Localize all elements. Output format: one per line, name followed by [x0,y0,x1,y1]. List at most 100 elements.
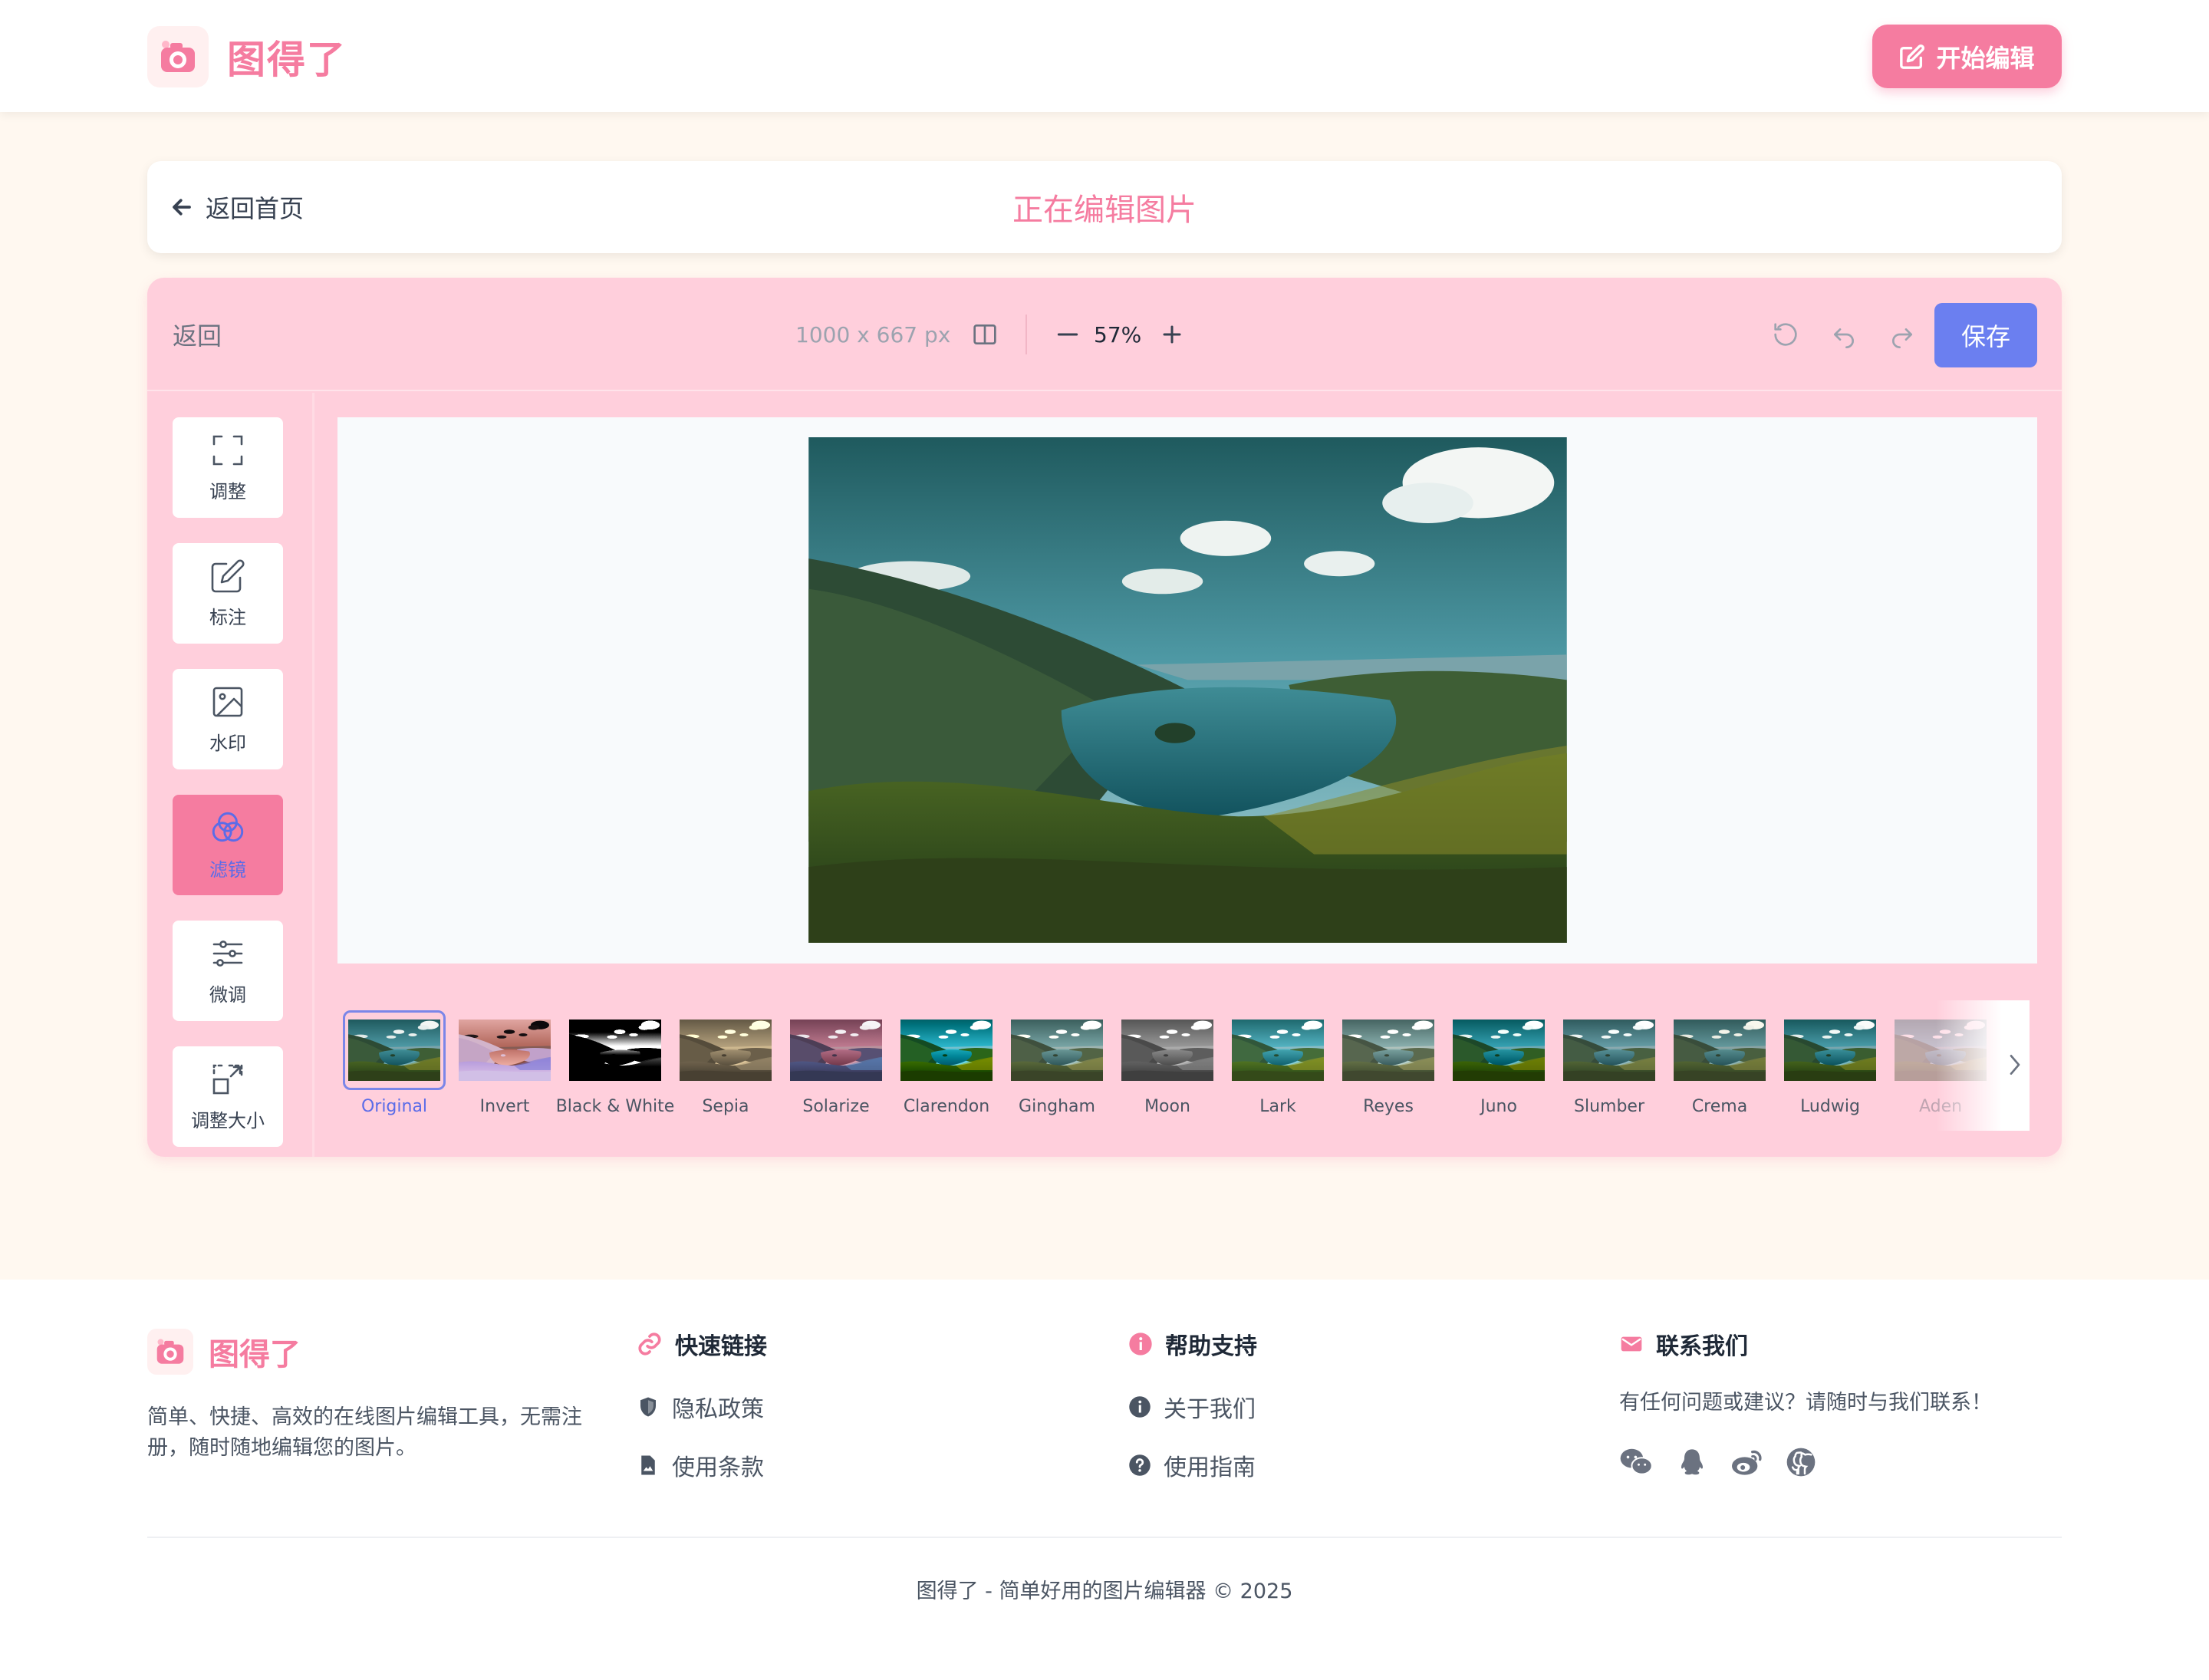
filter-thumbnail [1121,1016,1213,1085]
filter-strip: Original Invert Black & White Sepia Sola… [341,999,2030,1134]
filter-label: Solarize [802,1097,870,1116]
help-title: 帮助支持 [1128,1327,1257,1361]
start-edit-label: 开始编辑 [1936,44,2035,72]
about-link[interactable]: 关于我们 [1128,1390,1256,1424]
tool-adjust[interactable]: 调整 [173,417,283,518]
github-icon[interactable] [1786,1447,1816,1481]
footer-app-name: 图得了 [209,1337,301,1372]
filter-moon[interactable]: Moon [1114,999,1221,1134]
filter-thumbnail [1563,1016,1655,1085]
filter-thumbnail [1784,1016,1876,1085]
compare-icon[interactable] [970,319,1000,353]
redo-icon[interactable] [1887,319,1918,353]
weibo-icon[interactable] [1730,1447,1764,1481]
tool-sidebar: 调整 标注 水印 滤镜 微调 调整大小 [147,393,314,1157]
image-size: 1000 x 667 px [795,321,951,348]
zoom-in-icon[interactable] [1157,319,1187,353]
quick-links-title: 快速链接 [637,1327,767,1361]
question-circle-icon [1129,1454,1151,1476]
filter-thumbnail [1232,1016,1324,1085]
contact-title: 联系我们 [1619,1327,1748,1361]
tool-watermark[interactable]: 水印 [173,669,283,769]
tool-label: 调整大小 [191,1110,265,1132]
editing-title-bar: 返回首页 正在编辑图片 [147,161,2062,253]
tool-label: 滤镜 [209,859,246,881]
envelope-icon [1621,1336,1642,1352]
shield-icon [640,1397,656,1417]
tool-label: 标注 [209,607,246,628]
page-title: 正在编辑图片 [1012,193,1197,228]
camera-logo-icon [147,1329,193,1375]
filter-solarize[interactable]: Solarize [782,999,890,1134]
info-circle-icon [1129,1396,1151,1418]
filter-thumbnail [569,1016,661,1085]
footer-divider [147,1537,2062,1538]
terms-link[interactable]: 使用条款 [637,1448,764,1482]
filter-label: Sepia [702,1097,749,1116]
filter-lark[interactable]: Lark [1224,999,1332,1134]
tool-label: 调整 [209,481,246,502]
filter-thumbnail [343,1010,446,1090]
brand[interactable]: 图得了 [147,26,347,87]
app-name: 图得了 [227,38,347,82]
filter-label: Slumber [1574,1097,1644,1116]
filter-label: Black & White [555,1097,675,1116]
sliders-icon [212,940,243,967]
info-circle-icon [1129,1332,1152,1356]
undo-icon[interactable] [1829,319,1859,353]
resize-icon [212,1064,243,1095]
footer: 图得了 简单、快捷、高效的在线图片编辑工具，无需注册，随时随地编辑您的图片。 快… [0,1280,2209,1680]
tool-finetune[interactable]: 微调 [173,921,283,1021]
edited-photo [808,437,1567,943]
filter-thumbnail [1342,1016,1434,1085]
filter-reyes[interactable]: Reyes [1335,999,1442,1134]
footer-brand[interactable]: 图得了 [147,1329,301,1375]
filter-thumbnail [900,1016,993,1085]
privacy-link[interactable]: 隐私政策 [637,1390,764,1424]
filter-thumbnail [459,1016,551,1085]
filter-thumbnail [680,1016,772,1085]
zoom-level: 57% [1094,321,1142,348]
tool-resize[interactable]: 调整大小 [173,1046,283,1147]
filter-label: Original [360,1097,428,1116]
filter-gingham[interactable]: Gingham [1003,999,1111,1134]
filter-label: Crema [1691,1097,1748,1116]
filter-ludwig[interactable]: Ludwig [1776,999,1884,1134]
filter-original[interactable]: Original [341,999,448,1134]
filter-slumber[interactable]: Slumber [1556,999,1663,1134]
filter-clarendon[interactable]: Clarendon [893,999,1000,1134]
filter-thumbnail [790,1016,882,1085]
arrow-left-icon [173,199,191,216]
wechat-icon[interactable] [1619,1447,1654,1481]
back-home-link[interactable]: 返回首页 [170,161,304,253]
filter-label: Ludwig [1800,1097,1860,1116]
filter-crema[interactable]: Crema [1666,999,1773,1134]
contact-text: 有任何问题或建议？请随时与我们联系！ [1619,1391,1992,1415]
camera-logo-icon [147,26,209,87]
filter-label: Juno [1480,1097,1517,1116]
filter-juno[interactable]: Juno [1445,999,1552,1134]
copyright: 图得了 - 简单好用的图片编辑器 © 2025 [916,1580,1293,1603]
filter-label: Invert [479,1097,530,1116]
top-header: 图得了 开始编辑 [0,0,2209,112]
filter-label: Lark [1259,1097,1296,1116]
tool-filter[interactable]: 滤镜 [173,795,283,895]
reset-icon[interactable] [1770,319,1801,353]
image-icon [212,687,243,717]
pen-edit-icon [211,559,245,593]
image-canvas[interactable] [337,417,2037,964]
edit-icon [1900,44,1925,69]
filter-black-white[interactable]: Black & White [556,999,674,1134]
editor-back-button[interactable]: 返回 [173,278,222,391]
filter-invert[interactable]: Invert [451,999,558,1134]
start-edit-button[interactable]: 开始编辑 [1872,25,2062,88]
guide-link[interactable]: 使用指南 [1128,1448,1256,1482]
image-editor: 返回 1000 x 667 px 57% 保存 调整 标注 水印 滤镜 微调 调… [147,278,2062,1157]
crop-frame-icon [212,435,243,466]
filter-sepia[interactable]: Sepia [672,999,779,1134]
tool-annotate[interactable]: 标注 [173,543,283,644]
save-button[interactable]: 保存 [1934,303,2037,367]
chevron-right-icon[interactable] [2003,1049,2026,1083]
qq-icon[interactable] [1677,1447,1707,1481]
zoom-out-icon[interactable] [1052,319,1083,353]
